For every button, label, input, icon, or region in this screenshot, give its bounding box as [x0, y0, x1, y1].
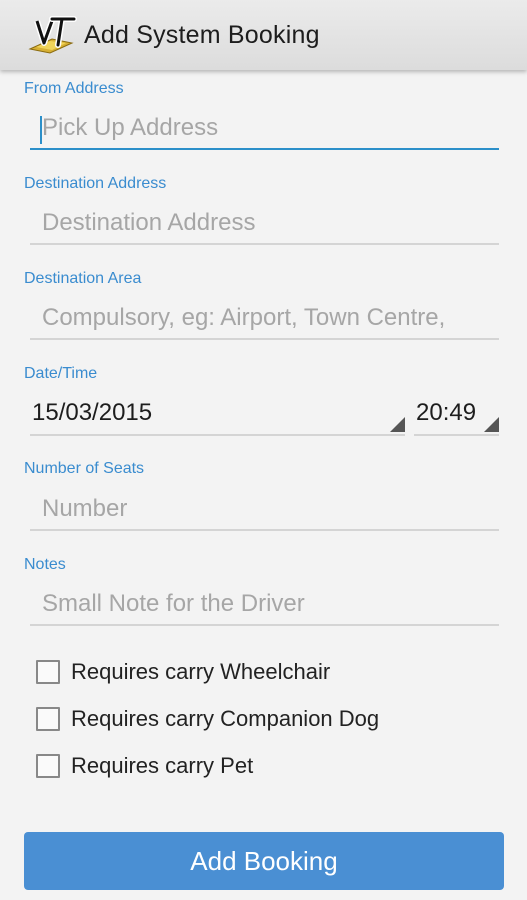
wheelchair-label: Requires carry Wheelchair: [71, 659, 331, 684]
from-address-input[interactable]: [30, 110, 499, 146]
datetime-label: Date/Time: [24, 365, 98, 382]
notes-field-wrap: [30, 586, 499, 626]
time-value: 20:49: [416, 399, 477, 426]
date-value: 15/03/2015: [32, 399, 153, 426]
destination-address-label: Destination Address: [24, 175, 167, 192]
notes-input[interactable]: [30, 586, 499, 622]
from-address-label: From Address: [24, 80, 124, 97]
destination-address-field-wrap: [30, 205, 499, 245]
time-spinner[interactable]: 20:49: [414, 396, 499, 436]
dropdown-corner-icon: [484, 417, 499, 432]
destination-area-label: Destination Area: [24, 270, 142, 287]
text-cursor: [40, 116, 42, 144]
wheelchair-option[interactable]: Requires carry Wheelchair: [36, 659, 330, 685]
vt-logo-icon[interactable]: [28, 13, 78, 57]
companion-dog-checkbox[interactable]: [36, 707, 60, 731]
pet-checkbox[interactable]: [36, 754, 60, 778]
page-title: Add System Booking: [84, 20, 320, 49]
companion-dog-label: Requires carry Companion Dog: [71, 706, 380, 731]
companion-dog-option[interactable]: Requires carry Companion Dog: [36, 706, 379, 732]
pet-label: Requires carry Pet: [71, 753, 254, 778]
seats-label: Number of Seats: [24, 460, 145, 477]
seats-field-wrap: [30, 491, 499, 531]
date-spinner[interactable]: 15/03/2015: [30, 396, 405, 436]
seats-input[interactable]: [30, 491, 499, 527]
add-booking-button[interactable]: Add Booking: [24, 832, 504, 890]
wheelchair-checkbox[interactable]: [36, 660, 60, 684]
destination-area-field-wrap: [30, 300, 499, 340]
destination-area-input[interactable]: [30, 300, 499, 336]
pet-option[interactable]: Requires carry Pet: [36, 753, 253, 779]
destination-address-input[interactable]: [30, 205, 499, 241]
from-address-field-wrap: [30, 110, 499, 150]
notes-label: Notes: [24, 556, 66, 573]
action-bar: Add System Booking: [0, 0, 527, 70]
dropdown-corner-icon: [390, 417, 405, 432]
